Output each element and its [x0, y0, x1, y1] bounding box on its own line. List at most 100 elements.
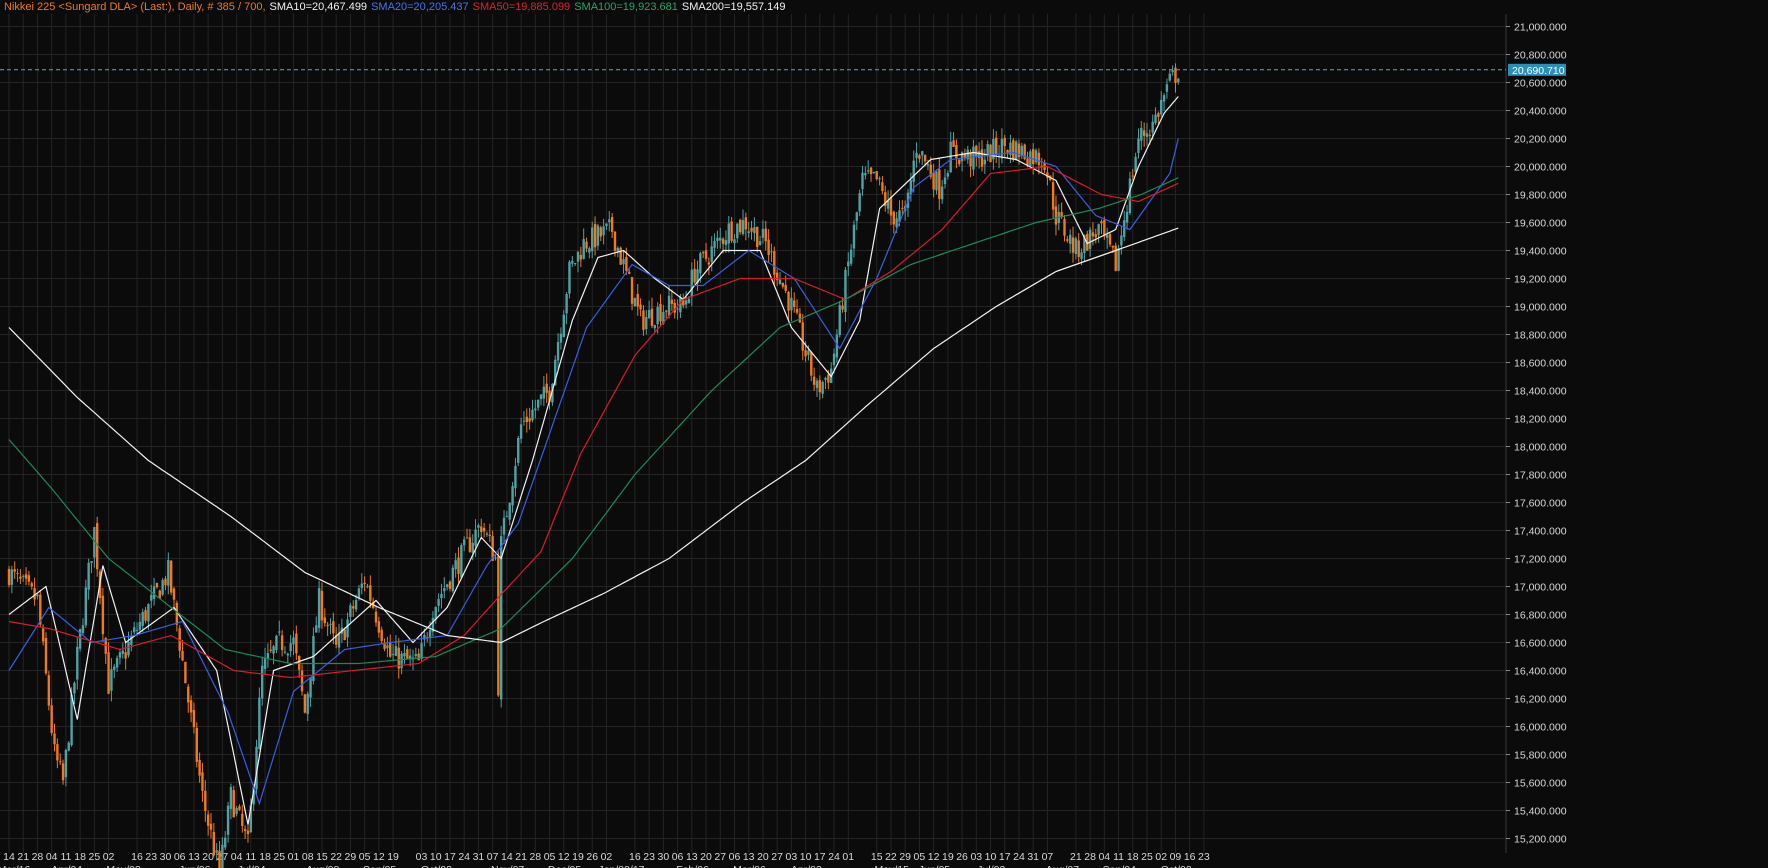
candle-body: [445, 584, 449, 588]
candle-body: [369, 585, 372, 601]
x-tick-label: 08: [302, 851, 314, 863]
candle-body: [343, 629, 346, 641]
candle-body: [1123, 220, 1126, 237]
price-chart[interactable]: 21,000.000 20,800.000 20,600.000 20,400.000…: [0, 0, 1768, 868]
candle-body: [983, 159, 987, 165]
x-month-label: Dec/05: [548, 864, 581, 868]
candle-body: [22, 575, 25, 577]
candle-body: [795, 309, 799, 313]
candle-body: [437, 599, 440, 606]
candle-body: [613, 231, 617, 251]
candle-body: [573, 263, 577, 265]
x-month-label: Oct/02: [1161, 864, 1192, 868]
candle-body: [921, 151, 924, 156]
candle-body: [1128, 178, 1132, 214]
candle-body: [67, 742, 70, 751]
candle-body: [261, 665, 264, 699]
x-tick-label: 19: [942, 851, 954, 863]
x-tick-label: 24: [458, 851, 470, 863]
candle-body: [980, 149, 984, 167]
candle-body: [596, 225, 600, 246]
x-tick-label: 03: [416, 851, 428, 863]
x-tick-label: 16: [1184, 851, 1196, 863]
candle-body: [1125, 211, 1129, 223]
y-tick-label: 15,600.000: [1514, 778, 1567, 790]
candle-body: [827, 374, 830, 383]
candle-body: [531, 409, 534, 421]
x-tick-label: 23: [1198, 851, 1210, 863]
y-tick-label: 15,200.000: [1514, 834, 1567, 846]
candle-body: [417, 653, 420, 661]
candle-body: [386, 645, 389, 649]
candle-body: [841, 305, 844, 310]
y-tick-label: 19,400.000: [1514, 246, 1567, 258]
chart-header: Nikkei 225 <Sungard DLA> (Last:), Daily,…: [4, 1, 790, 13]
sma50-label: SMA50=19,885.099: [472, 1, 571, 13]
candle-body: [667, 295, 671, 316]
candle-body: [628, 271, 631, 274]
candle-body: [283, 651, 287, 653]
candle-body: [701, 252, 705, 254]
candle-body: [847, 261, 850, 267]
candle-body: [352, 606, 355, 609]
candle-body: [750, 227, 753, 232]
candle-body: [451, 567, 455, 592]
candle-body: [938, 169, 941, 199]
candle-body: [1145, 133, 1149, 137]
candle-body: [354, 600, 358, 610]
candle-body: [27, 575, 31, 582]
candle-body: [1120, 235, 1123, 246]
candle-body: [861, 172, 864, 190]
y-tick-label: 16,400.000: [1514, 666, 1567, 678]
x-tick-label: 01: [288, 851, 300, 863]
candle-body: [881, 182, 884, 192]
x-month-label: Aug/08: [306, 864, 339, 868]
candle-body: [633, 297, 637, 307]
candle-body: [690, 269, 693, 297]
candle-body: [303, 694, 307, 713]
x-tick-label: 17: [999, 851, 1011, 863]
candle-body: [591, 227, 594, 252]
candle-body: [70, 694, 73, 746]
x-tick-label: 30: [160, 851, 172, 863]
candle-body: [1014, 141, 1018, 161]
candle-body: [585, 241, 588, 249]
y-tick-label: 20,400.000: [1514, 106, 1567, 118]
candle-body: [440, 593, 443, 598]
candle-body: [1168, 73, 1171, 81]
candle-body: [326, 624, 329, 627]
candle-body: [1003, 137, 1006, 147]
x-tick-label: 31: [473, 851, 485, 863]
candle-body: [44, 637, 48, 674]
x-tick-label: 03: [970, 851, 982, 863]
y-tick-label: 20,200.000: [1514, 134, 1567, 146]
candle-body: [536, 399, 540, 408]
candle-body: [855, 212, 859, 221]
candle-body: [1032, 149, 1035, 165]
candle-body: [497, 556, 500, 696]
x-tick-label: 30: [658, 851, 670, 863]
candle-body: [576, 251, 580, 262]
candle-body: [488, 534, 492, 536]
candle-body: [332, 621, 335, 634]
candle-body: [892, 211, 895, 225]
x-tick-label: 10: [800, 851, 812, 863]
candle-body: [653, 325, 657, 329]
candle-body: [969, 152, 972, 167]
candle-body: [124, 652, 127, 659]
candle-body: [337, 633, 341, 648]
y-tick-label: 19,000.000: [1514, 302, 1567, 314]
x-tick-label: 03: [786, 851, 798, 863]
candle-body: [300, 670, 304, 692]
x-tick-label: 09: [1170, 851, 1182, 863]
candle-body: [866, 170, 870, 172]
candle-body: [955, 144, 958, 159]
candle-body: [161, 580, 164, 595]
candle-body: [24, 574, 28, 579]
candle-body: [403, 653, 406, 657]
x-tick-label: 15: [316, 851, 328, 863]
candle-body: [738, 219, 742, 233]
x-tick-label: 16: [629, 851, 641, 863]
candle-body: [315, 625, 318, 633]
candle-body: [511, 486, 514, 506]
